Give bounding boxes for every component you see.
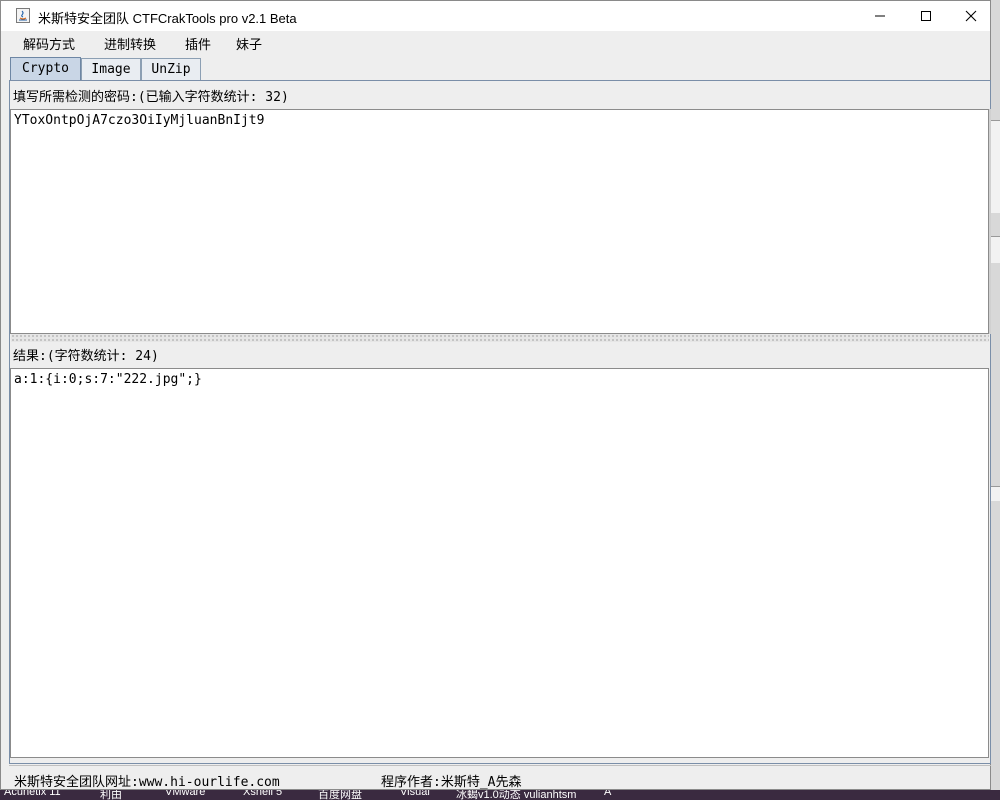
menu-bar: 解码方式 进制转换 插件 妹子 — [1, 31, 990, 56]
taskbar-item[interactable]: Xshell 5 — [243, 790, 282, 798]
taskbar: Acunetix 11 利由 VMware Xshell 5 百度网盘 Visu… — [0, 790, 1000, 800]
input-textarea[interactable]: YToxOntpOjA7czo3OiIyMjluanBnIjt9 — [10, 109, 989, 334]
split-pane-divider[interactable] — [11, 334, 989, 342]
desktop-edge — [990, 0, 1000, 800]
taskbar-item[interactable]: VMware — [165, 790, 205, 798]
taskbar-item[interactable]: Acunetix 11 — [4, 790, 61, 798]
tab-unzip[interactable]: UnZip — [141, 58, 201, 80]
tab-image[interactable]: Image — [81, 58, 141, 80]
maximize-icon — [921, 11, 931, 21]
title-bar[interactable]: 米斯特安全团队 CTFCrakTools pro v2.1 Beta — [1, 1, 990, 31]
maximize-button[interactable] — [903, 1, 949, 31]
close-icon — [965, 10, 977, 22]
taskbar-item[interactable]: 百度网盘 — [318, 790, 362, 800]
menu-sister[interactable]: 妹子 — [236, 34, 262, 53]
menu-plugins[interactable]: 插件 — [185, 34, 211, 53]
result-label: 结果:(字符数统计: 24) — [13, 349, 159, 364]
input-label: 填写所需检测的密码:(已输入字符数统计: 32) — [13, 90, 289, 105]
app-window: 米斯特安全团队 CTFCrakTools pro v2.1 Beta 解码方式 … — [0, 0, 991, 790]
tab-crypto[interactable]: Crypto — [10, 57, 81, 80]
result-textarea[interactable]: a:1:{i:0;s:7:"222.jpg";} — [10, 368, 989, 758]
close-button[interactable] — [948, 1, 994, 31]
java-app-icon — [16, 8, 30, 23]
desktop-window-fragment — [990, 120, 1000, 213]
minimize-button[interactable] — [857, 1, 903, 31]
website-text: 米斯特安全团队网址:www.hi-ourlife.com — [14, 775, 280, 790]
taskbar-item[interactable]: Visual — [400, 790, 430, 798]
taskbar-item[interactable]: 利由 — [100, 790, 122, 800]
desktop-window-fragment — [990, 236, 1000, 263]
status-bar: 米斯特安全团队网址:www.hi-ourlife.com 程序作者:米斯特_A先… — [9, 765, 991, 790]
input-scrollbar[interactable] — [989, 109, 991, 334]
taskbar-item[interactable]: 冰蝎v1.0动态 vulianhtsm — [456, 790, 576, 800]
desktop-window-fragment — [990, 486, 1000, 501]
menu-decode-method[interactable]: 解码方式 — [23, 34, 75, 53]
menu-base-conversion[interactable]: 进制转换 — [104, 34, 156, 53]
minimize-icon — [875, 15, 885, 17]
taskbar-item[interactable]: A — [604, 790, 611, 798]
window-title: 米斯特安全团队 CTFCrakTools pro v2.1 Beta — [38, 11, 297, 26]
author-text: 程序作者:米斯特_A先森 — [381, 775, 522, 790]
